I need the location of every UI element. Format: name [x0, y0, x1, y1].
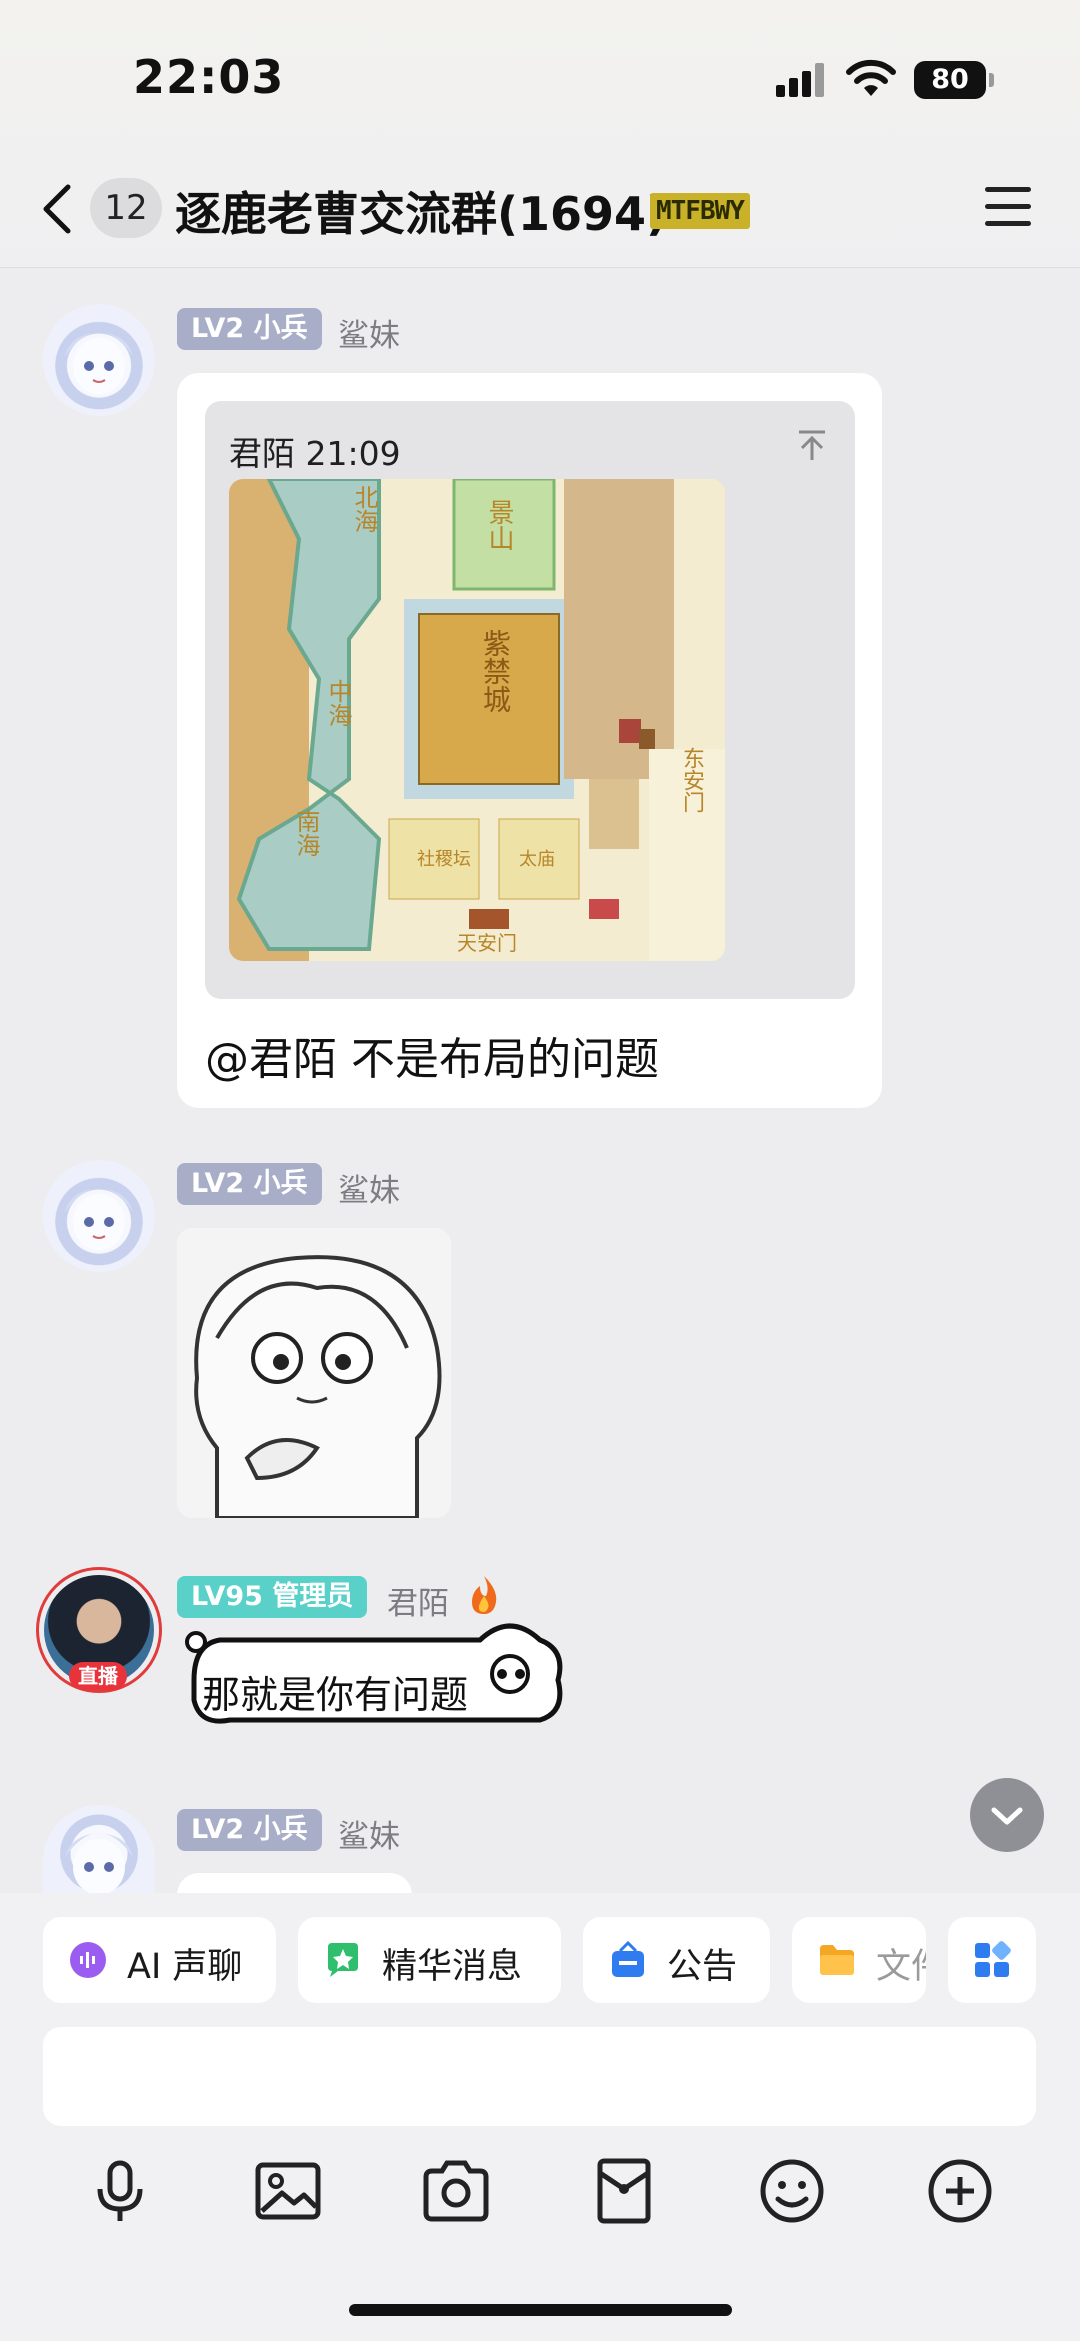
message-text: @君陌 不是布局的问题: [205, 1034, 659, 1085]
map-label-beihai: 北海: [350, 485, 378, 533]
sender-name[interactable]: 君陌: [387, 1578, 449, 1623]
map-label-dongan: 东安门: [679, 747, 704, 813]
scroll-to-bottom-button[interactable]: [970, 1778, 1044, 1852]
battery-icon: 80: [914, 61, 994, 99]
map-label-zhonghai: 中海: [324, 679, 352, 727]
menu-icon[interactable]: [985, 187, 1031, 227]
quick-action-label: 精华消息: [382, 1947, 523, 1987]
add-icon[interactable]: [924, 2155, 996, 2227]
status-time: 22:03: [133, 50, 285, 104]
avatar-illustration: [65, 332, 133, 394]
red-packet-icon[interactable]: [588, 2155, 660, 2227]
map-label-sheji: 社稷坛: [417, 849, 471, 870]
image-icon[interactable]: [252, 2155, 324, 2227]
map-label-tiananmen: 天安门: [457, 931, 517, 955]
sender-name[interactable]: 鲨妹: [338, 1811, 400, 1856]
avatar[interactable]: [43, 1160, 155, 1272]
fire-icon: [472, 1576, 497, 1614]
avatar-illustration: [65, 1833, 133, 1893]
quick-action-label: 文件: [876, 1947, 926, 1987]
map-label-jingshan: 景山: [484, 499, 514, 551]
essence-icon: [328, 1943, 358, 1977]
quick-action-essence[interactable]: 精华消息: [298, 1917, 561, 2003]
quoted-message[interactable]: 君陌 21:09 北海 景山 中海 紫禁城 南海 东安门 社稷坛 太庙 天安门: [205, 401, 855, 999]
message-input[interactable]: [43, 2027, 1036, 2126]
quick-action-ai-voice[interactable]: AI 声聊: [43, 1917, 276, 2003]
ai-voice-icon: [70, 1942, 106, 1978]
message-text: 那就是你有问题: [202, 1673, 469, 1717]
avatar[interactable]: [43, 1805, 155, 1893]
sticker-image[interactable]: [177, 1228, 451, 1518]
microphone-icon[interactable]: [84, 2155, 156, 2227]
level-badge: LV2 小兵: [177, 308, 322, 350]
avatar-illustration: [65, 1188, 133, 1250]
camera-icon[interactable]: [420, 2155, 492, 2227]
announcement-icon: [612, 1941, 644, 1977]
emoji-icon[interactable]: [756, 2155, 828, 2227]
level-badge: LV2 小兵: [177, 1809, 322, 1851]
group-title[interactable]: 逐鹿老曹交流群(1694): [175, 178, 667, 244]
group-tag-badge: MTFBWY: [650, 193, 750, 229]
message-bubble[interactable]: 君陌 21:09 北海 景山 中海 紫禁城 南海 东安门 社稷坛 太庙 天安门 …: [177, 373, 882, 1108]
sender-name[interactable]: 鲨妹: [338, 1165, 400, 1210]
wifi-icon: [846, 59, 896, 96]
header-bar: 22:03 80 12 逐鹿老曹交流群(1694) MTFBWY: [0, 0, 1080, 268]
home-indicator: [349, 2304, 732, 2316]
back-arrow-icon[interactable]: [40, 183, 72, 235]
quick-action-announcement[interactable]: 公告: [583, 1917, 770, 2003]
map-label-taimiao: 太庙: [519, 849, 555, 870]
more-apps-button[interactable]: [948, 1917, 1036, 2003]
map-label-nanhai: 南海: [292, 809, 320, 857]
sender-name[interactable]: 鲨妹: [338, 310, 400, 355]
quick-action-label: AI 声聊: [127, 1947, 243, 1987]
quote-sender-time: 君陌 21:09: [229, 434, 401, 473]
map-label-zijincheng: 紫禁城: [479, 629, 512, 713]
quick-action-files[interactable]: 文件: [792, 1917, 926, 2003]
folder-icon: [820, 1945, 854, 1975]
unread-count-badge[interactable]: 12: [90, 178, 162, 238]
apps-grid-icon: [975, 1941, 1011, 1977]
level-badge: LV2 小兵: [177, 1163, 322, 1205]
cellular-signal-icon: [776, 63, 826, 97]
map-image[interactable]: 北海 景山 中海 紫禁城 南海 东安门 社稷坛 太庙 天安门: [229, 479, 725, 961]
chevron-down-icon: [991, 1807, 1023, 1825]
admin-level-badge: LV95 管理员: [177, 1576, 368, 1618]
avatar[interactable]: [43, 304, 155, 416]
live-badge[interactable]: 直播: [69, 1662, 127, 1690]
jump-to-top-icon[interactable]: [797, 429, 827, 461]
quick-action-label: 公告: [667, 1947, 738, 1987]
